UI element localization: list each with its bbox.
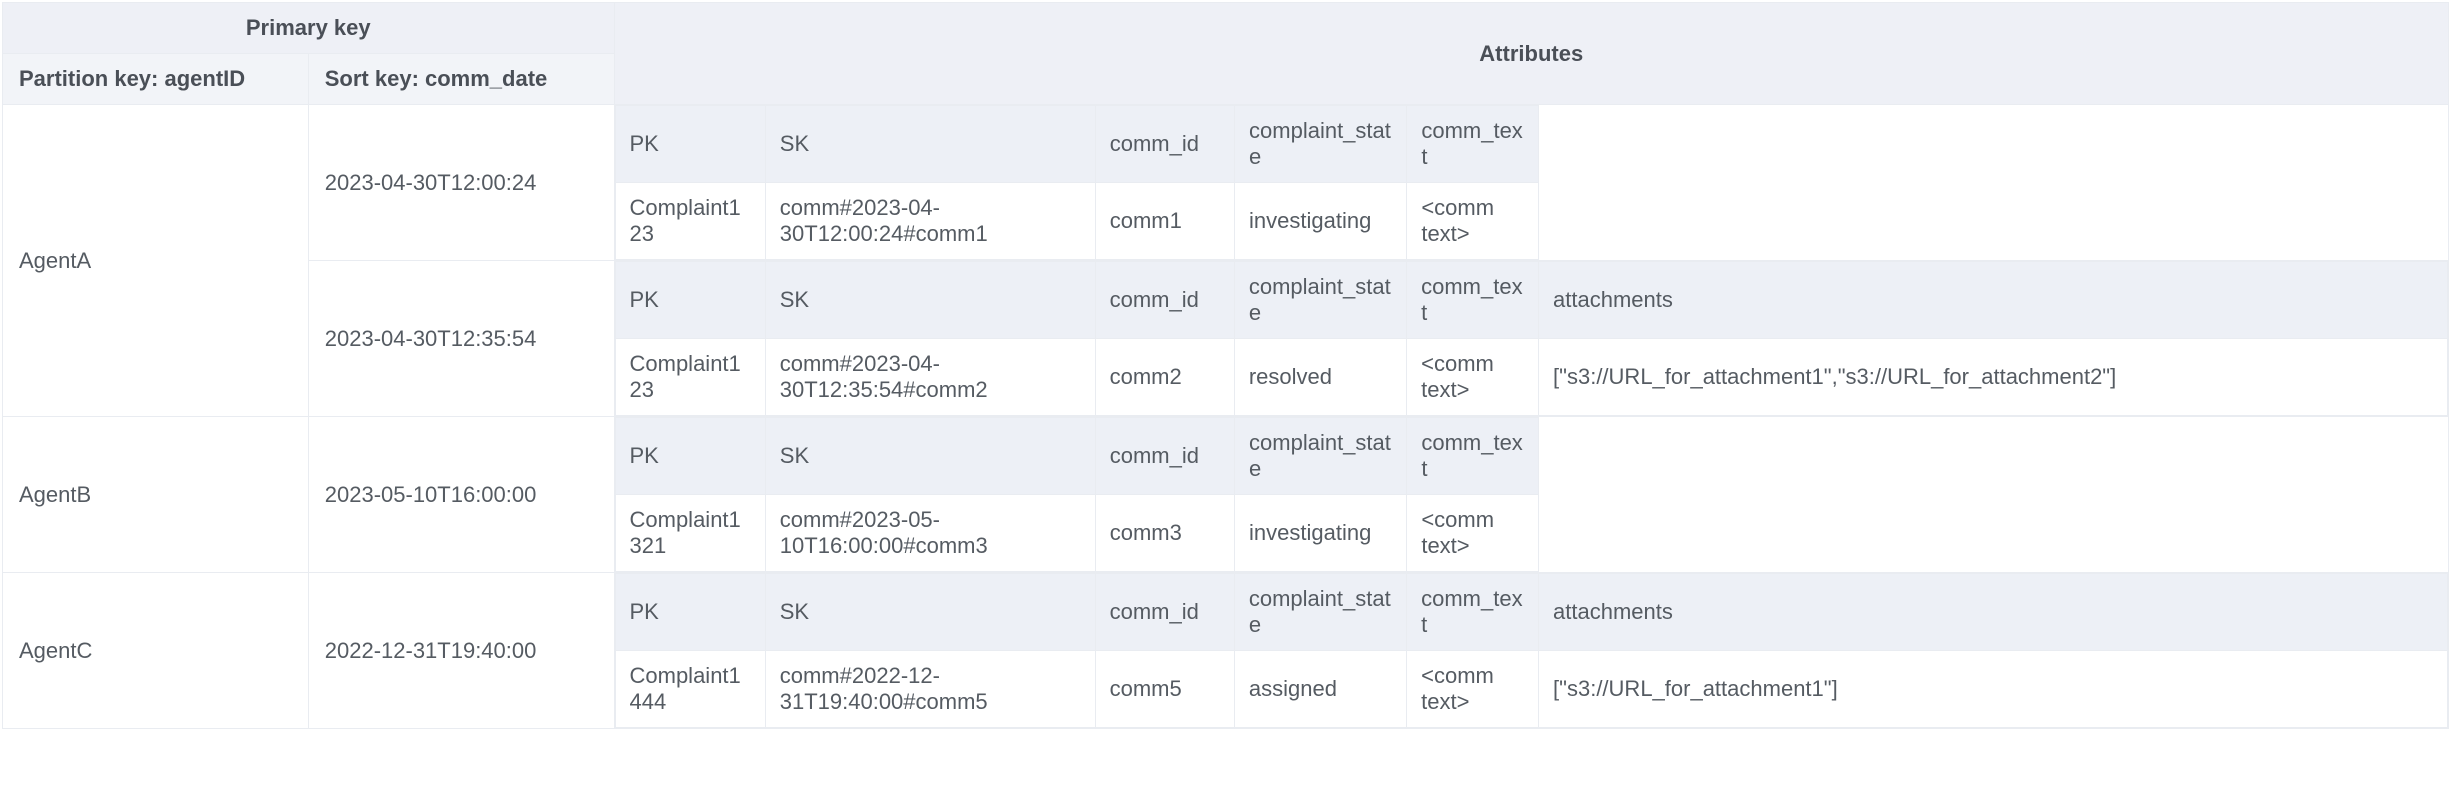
attr-header-complaint_state: complaint_state (1235, 106, 1407, 183)
table-row: 2023-04-30T12:35:54PKSKcomm_idcomplaint_… (3, 261, 2449, 417)
attr-value-sk: comm#2023-04-30T12:35:54#comm2 (765, 339, 1095, 416)
sort-key-cell: 2023-05-10T16:00:00 (308, 417, 614, 573)
attr-header-complaint_state: complaint_state (1235, 418, 1407, 495)
attr-header-pk: PK (615, 418, 765, 495)
attr-header-comm_text: comm_text (1407, 262, 1539, 339)
attr-value-pk: Complaint1444 (615, 651, 765, 728)
attr-header-sk: SK (765, 418, 1095, 495)
attr-header-comm_id: comm_id (1095, 262, 1234, 339)
attr-value-sk: comm#2023-05-10T16:00:00#comm3 (765, 495, 1095, 572)
attr-header-comm_id: comm_id (1095, 574, 1234, 651)
attr-value-complaint_state: resolved (1234, 339, 1406, 416)
sort-key-cell: 2022-12-31T19:40:00 (308, 573, 614, 729)
partition-key-cell: AgentA (3, 105, 309, 417)
partition-key-cell: AgentC (3, 573, 309, 729)
attr-value-complaint_state: investigating (1235, 183, 1407, 260)
attr-value-comm_id: comm3 (1095, 495, 1234, 572)
attr-header-sk: SK (765, 262, 1095, 339)
table-row: AgentA2023-04-30T12:00:24PKSKcomm_idcomp… (3, 105, 2449, 261)
attr-value-complaint_state: investigating (1235, 495, 1407, 572)
attr-header-attachments: attachments (1539, 574, 2448, 651)
attr-value-comm_id: comm1 (1095, 183, 1234, 260)
attr-value-pk: Complaint123 (615, 339, 765, 416)
attr-header-sk: SK (765, 106, 1095, 183)
table-row: AgentC2022-12-31T19:40:00PKSKcomm_idcomp… (3, 573, 2449, 729)
attr-header-complaint_state: complaint_state (1234, 574, 1406, 651)
attributes-cell: PKSKcomm_idcomplaint_statecomm_text Compl… (614, 417, 2449, 573)
attributes-inner-table: PKSKcomm_idcomplaint_statecomm_text Compl… (615, 105, 2449, 260)
attr-header-empty (1539, 418, 2448, 572)
attributes-cell: PKSKcomm_idcomplaint_statecomm_textattac… (614, 573, 2449, 729)
sort-key-cell: 2023-04-30T12:35:54 (308, 261, 614, 417)
attributes-inner-table: PKSKcomm_idcomplaint_statecomm_textattac… (615, 573, 2449, 728)
attr-value-sk: comm#2023-04-30T12:00:24#comm1 (765, 183, 1095, 260)
attributes-inner-table: PKSKcomm_idcomplaint_statecomm_textattac… (615, 261, 2449, 416)
attr-header-attachments: attachments (1539, 262, 2448, 339)
attr-header-comm_id: comm_id (1095, 106, 1234, 183)
attr-value-comm_text: <comm text> (1407, 183, 1539, 260)
attr-header-pk: PK (615, 574, 765, 651)
attr-value-attachments: ["s3://URL_for_attachment1"] (1539, 651, 2448, 728)
sort-key-cell: 2023-04-30T12:00:24 (308, 105, 614, 261)
attributes-cell: PKSKcomm_idcomplaint_statecomm_text Compl… (614, 105, 2449, 261)
header-primary-key: Primary key (3, 3, 615, 54)
attr-header-pk: PK (615, 106, 765, 183)
attr-header-pk: PK (615, 262, 765, 339)
dynamodb-table: Primary key Attributes Partition key: ag… (2, 2, 2449, 729)
attr-value-comm_text: <comm text> (1407, 651, 1539, 728)
partition-key-cell: AgentB (3, 417, 309, 573)
attr-value-pk: Complaint1321 (615, 495, 765, 572)
header-partition-key: Partition key: agentID (3, 54, 309, 105)
attr-value-attachments: ["s3://URL_for_attachment1","s3://URL_fo… (1539, 339, 2448, 416)
attr-header-empty (1539, 106, 2448, 260)
attributes-cell: PKSKcomm_idcomplaint_statecomm_textattac… (614, 261, 2449, 417)
attributes-inner-table: PKSKcomm_idcomplaint_statecomm_text Compl… (615, 417, 2449, 572)
attr-value-complaint_state: assigned (1234, 651, 1406, 728)
header-sort-key: Sort key: comm_date (308, 54, 614, 105)
attr-header-complaint_state: complaint_state (1234, 262, 1406, 339)
header-attributes: Attributes (614, 3, 2449, 105)
table-row: AgentB2023-05-10T16:00:00PKSKcomm_idcomp… (3, 417, 2449, 573)
attr-value-sk: comm#2022-12-31T19:40:00#comm5 (765, 651, 1095, 728)
attr-value-comm_id: comm5 (1095, 651, 1234, 728)
attr-header-comm_id: comm_id (1095, 418, 1234, 495)
attr-header-comm_text: comm_text (1407, 574, 1539, 651)
attr-header-comm_text: comm_text (1407, 418, 1539, 495)
attr-value-pk: Complaint123 (615, 183, 765, 260)
attr-header-sk: SK (765, 574, 1095, 651)
attr-value-comm_text: <comm text> (1407, 495, 1539, 572)
attr-header-comm_text: comm_text (1407, 106, 1539, 183)
attr-value-comm_text: <comm text> (1407, 339, 1539, 416)
attr-value-comm_id: comm2 (1095, 339, 1234, 416)
